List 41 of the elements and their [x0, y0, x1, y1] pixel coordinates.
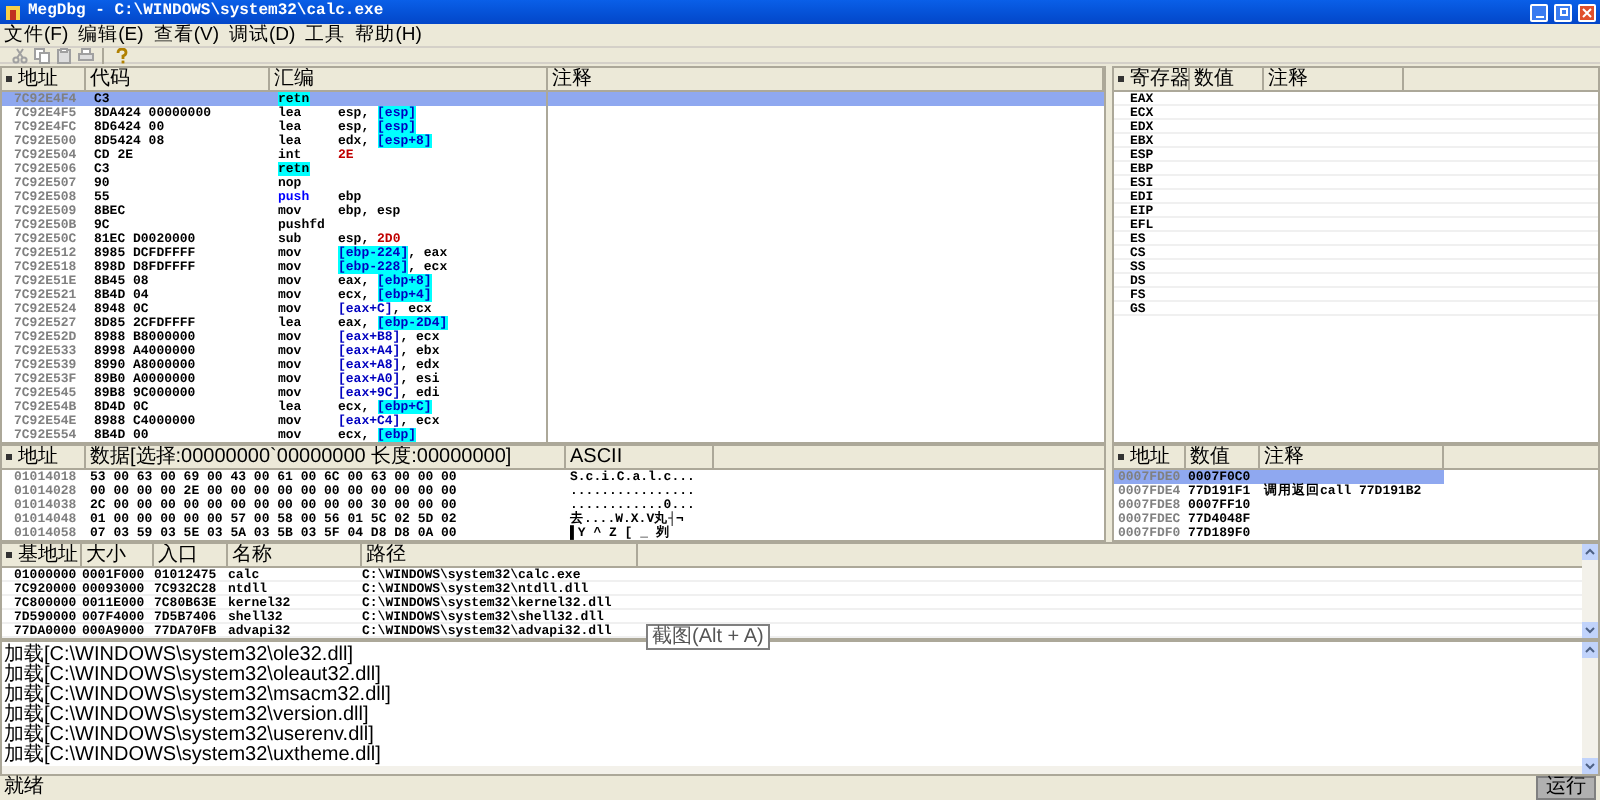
- status-message: 就绪: [4, 777, 44, 797]
- menu-item[interactable]: 编辑(E): [78, 24, 144, 46]
- run-state: 运行: [1536, 775, 1596, 799]
- scroll-down-icon[interactable]: [1582, 758, 1598, 774]
- close-button[interactable]: [1578, 3, 1596, 21]
- column-header[interactable]: 大小: [82, 544, 154, 566]
- menu-item[interactable]: 文件(F): [4, 24, 69, 46]
- scroll-down-icon[interactable]: [1582, 622, 1598, 638]
- scroll-up-icon[interactable]: [1582, 642, 1598, 658]
- column-header[interactable]: 地址: [14, 68, 86, 90]
- column-header[interactable]: 名称: [228, 544, 362, 566]
- app-icon: [4, 3, 22, 21]
- vertical-scrollbar[interactable]: [1582, 642, 1598, 774]
- log-line: 加载[C:\WINDOWS\system32\userenv.dll]: [2, 726, 374, 746]
- horizontal-scrollbar[interactable]: [2, 766, 1582, 774]
- menu-item[interactable]: 帮助(H): [355, 24, 422, 46]
- column-header[interactable]: 数值: [1186, 446, 1260, 468]
- column-header[interactable]: 代码: [86, 68, 270, 90]
- column-header[interactable]: 汇编: [270, 68, 548, 90]
- column-header[interactable]: 基地址: [14, 544, 82, 566]
- tooltip: 截图(Alt + A): [646, 624, 770, 650]
- column-header[interactable]: 路径: [362, 544, 638, 566]
- window-title: MegDbg - C:\WINDOWS\system32\calc.exe: [28, 2, 384, 22]
- log-line: 加载[C:\WINDOWS\system32\oleaut32.dll]: [2, 666, 381, 686]
- column-header[interactable]: 地址: [1126, 446, 1186, 468]
- scroll-up-icon[interactable]: [1582, 544, 1598, 560]
- log-line: 加载[C:\WINDOWS\system32\ole32.dll]: [2, 646, 353, 666]
- column-header[interactable]: 入口: [154, 544, 228, 566]
- log-line: 加载[C:\WINDOWS\system32\version.dll]: [2, 706, 369, 726]
- menu-item[interactable]: 调试(D): [228, 24, 296, 46]
- log-line: 加载[C:\WINDOWS\system32\uxtheme.dll]: [2, 746, 383, 766]
- minimize-button[interactable]: [1530, 3, 1548, 21]
- menu-item[interactable]: 查看(V): [153, 24, 219, 46]
- vertical-scrollbar[interactable]: [1582, 544, 1598, 638]
- column-header[interactable]: 地址: [14, 446, 86, 468]
- restore-button[interactable]: [1554, 3, 1572, 21]
- column-header[interactable]: ASCII: [566, 446, 714, 468]
- column-header[interactable]: 数值: [1190, 68, 1264, 90]
- log-line: 加载[C:\WINDOWS\system32\msacm32.dll]: [2, 686, 393, 706]
- question-mark-icon[interactable]: [112, 46, 130, 64]
- menu-item[interactable]: 工具: [305, 24, 346, 46]
